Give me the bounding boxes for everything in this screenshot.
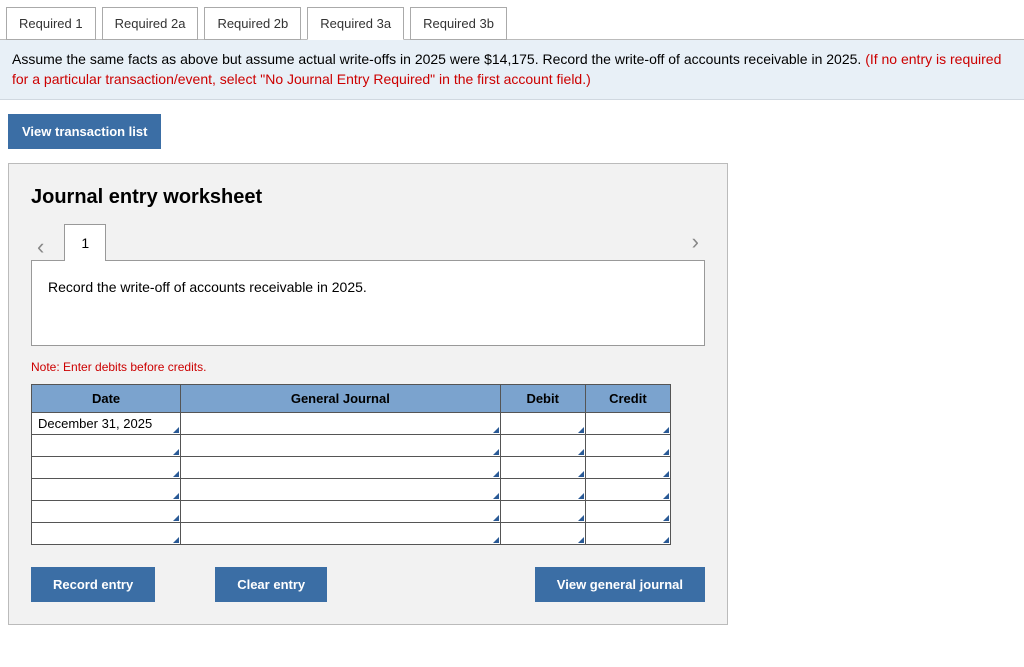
- journal-table: Date General Journal Debit Credit Decemb…: [31, 384, 671, 545]
- page-number-tab[interactable]: 1: [64, 224, 106, 261]
- general-journal-cell[interactable]: [181, 457, 501, 479]
- chevron-right-icon[interactable]: ›: [686, 229, 705, 255]
- tab-required-3a[interactable]: Required 3a: [307, 7, 404, 40]
- general-journal-cell[interactable]: [181, 435, 501, 457]
- journal-tbody: December 31, 2025: [32, 413, 671, 545]
- credit-cell[interactable]: [585, 479, 670, 501]
- journal-worksheet: Journal entry worksheet ‹ 1 › Record the…: [8, 163, 728, 625]
- col-header-debit: Debit: [500, 385, 585, 413]
- view-general-journal-button[interactable]: View general journal: [535, 567, 705, 602]
- debit-cell[interactable]: [500, 479, 585, 501]
- credit-cell[interactable]: [585, 413, 670, 435]
- date-cell[interactable]: [32, 457, 181, 479]
- debit-cell[interactable]: [500, 523, 585, 545]
- col-header-general-journal: General Journal: [181, 385, 501, 413]
- general-journal-cell[interactable]: [181, 523, 501, 545]
- credit-cell[interactable]: [585, 501, 670, 523]
- table-row: [32, 479, 671, 501]
- tab-required-2a[interactable]: Required 2a: [102, 7, 199, 40]
- chevron-left-icon[interactable]: ‹: [31, 234, 50, 260]
- worksheet-title: Journal entry worksheet: [31, 186, 705, 209]
- view-transaction-list-button[interactable]: View transaction list: [8, 114, 161, 149]
- pager: ‹ 1 ›: [31, 223, 705, 260]
- general-journal-cell[interactable]: [181, 413, 501, 435]
- table-row: [32, 457, 671, 479]
- table-row: [32, 501, 671, 523]
- tab-required-2b[interactable]: Required 2b: [204, 7, 301, 40]
- credit-cell[interactable]: [585, 523, 670, 545]
- debit-cell[interactable]: [500, 501, 585, 523]
- tab-required-1[interactable]: Required 1: [6, 7, 96, 40]
- table-row: [32, 523, 671, 545]
- record-entry-button[interactable]: Record entry: [31, 567, 155, 602]
- table-row: [32, 435, 671, 457]
- banner-text: Assume the same facts as above but assum…: [12, 51, 865, 67]
- tab-required-3b[interactable]: Required 3b: [410, 7, 507, 40]
- date-cell[interactable]: [32, 435, 181, 457]
- date-cell[interactable]: [32, 501, 181, 523]
- date-cell[interactable]: [32, 523, 181, 545]
- credit-cell[interactable]: [585, 457, 670, 479]
- col-header-date: Date: [32, 385, 181, 413]
- col-header-credit: Credit: [585, 385, 670, 413]
- debit-cell[interactable]: [500, 435, 585, 457]
- date-cell[interactable]: December 31, 2025: [32, 413, 181, 435]
- date-cell[interactable]: [32, 479, 181, 501]
- instruction-banner: Assume the same facts as above but assum…: [0, 40, 1024, 100]
- general-journal-cell[interactable]: [181, 479, 501, 501]
- tabs-row: Required 1 Required 2a Required 2b Requi…: [0, 0, 1024, 40]
- clear-entry-button[interactable]: Clear entry: [215, 567, 327, 602]
- debit-cell[interactable]: [500, 413, 585, 435]
- button-row: Record entry Clear entry View general jo…: [31, 567, 705, 602]
- debit-cell[interactable]: [500, 457, 585, 479]
- credit-cell[interactable]: [585, 435, 670, 457]
- entry-prompt-text: Record the write-off of accounts receiva…: [48, 279, 367, 295]
- note-text: Note: Enter debits before credits.: [31, 360, 705, 374]
- entry-prompt-box: Record the write-off of accounts receiva…: [31, 260, 705, 346]
- table-row: December 31, 2025: [32, 413, 671, 435]
- general-journal-cell[interactable]: [181, 501, 501, 523]
